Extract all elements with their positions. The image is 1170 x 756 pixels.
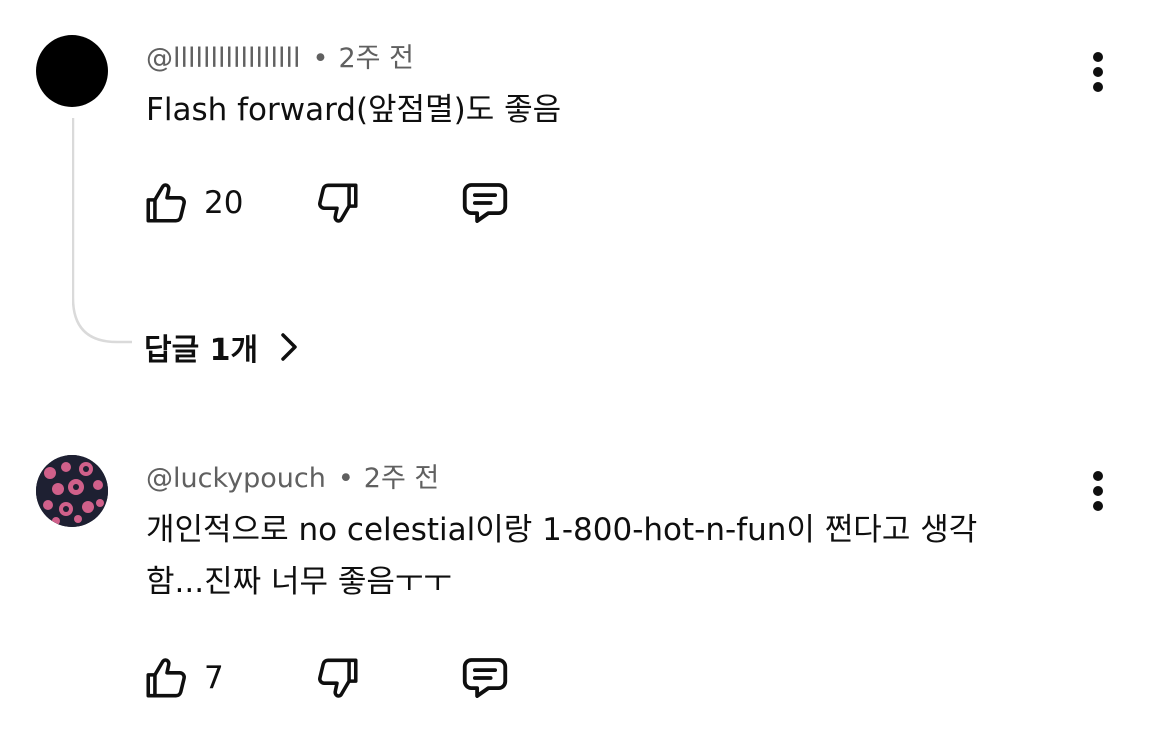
timestamp[interactable]: 2주 전 xyxy=(364,463,439,494)
dislike-button[interactable] xyxy=(312,175,362,231)
reply-button[interactable] xyxy=(458,175,512,231)
more-button[interactable] xyxy=(1082,48,1114,96)
more-vertical-icon xyxy=(1093,52,1103,62)
more-button[interactable] xyxy=(1082,467,1114,515)
avatar-image xyxy=(36,455,108,527)
thumb-up-icon xyxy=(146,658,186,698)
comment-meta: @lllllllllllllllll • 2주 전 xyxy=(146,42,414,76)
comment-actions: 20 xyxy=(142,175,542,231)
chevron-right-icon xyxy=(281,333,297,361)
avatar[interactable] xyxy=(36,455,108,527)
dislike-button[interactable] xyxy=(312,650,362,706)
like-count: 7 xyxy=(204,660,224,696)
comment-icon xyxy=(462,658,508,698)
thumb-down-icon xyxy=(318,183,358,223)
author-name[interactable]: @luckypouch xyxy=(146,463,326,494)
like-button[interactable]: 20 xyxy=(142,175,243,231)
thumb-up-icon xyxy=(146,183,186,223)
comment-text-line-2: 함...진짜 너무 좋음ㅜㅜ xyxy=(146,564,452,600)
comment-text: Flash forward(앞점멸)도 좋음 xyxy=(146,92,562,128)
replies-label: 답글 1개 xyxy=(144,333,259,368)
more-vertical-icon-dot xyxy=(1093,486,1103,496)
comment-icon xyxy=(462,183,508,223)
author-name[interactable]: @lllllllllllllllll xyxy=(146,43,301,74)
comment-meta: @luckypouch • 2주 전 xyxy=(146,462,439,496)
more-vertical-icon xyxy=(1093,471,1103,481)
meta-separator: • xyxy=(337,463,354,494)
timestamp[interactable]: 2주 전 xyxy=(338,43,413,74)
comment-text-line-1: 개인적으로 no celestial이랑 1-800-hot-n-fun이 쩐다… xyxy=(146,512,978,548)
like-count: 20 xyxy=(204,185,244,221)
comment-text: 개인적으로 no celestial이랑 1-800-hot-n-fun이 쩐다… xyxy=(146,504,1076,608)
more-vertical-icon-dot xyxy=(1093,501,1103,511)
reply-button[interactable] xyxy=(458,650,512,706)
thumb-down-icon xyxy=(318,658,358,698)
view-replies-button[interactable]: 답글 1개 xyxy=(144,322,300,372)
comment-actions: 7 xyxy=(142,650,542,706)
thread-line xyxy=(72,118,132,344)
more-vertical-icon-dot xyxy=(1093,82,1103,92)
avatar[interactable] xyxy=(36,35,108,107)
like-button[interactable]: 7 xyxy=(142,650,224,706)
meta-separator: • xyxy=(312,43,329,74)
more-vertical-icon-dot xyxy=(1093,67,1103,77)
